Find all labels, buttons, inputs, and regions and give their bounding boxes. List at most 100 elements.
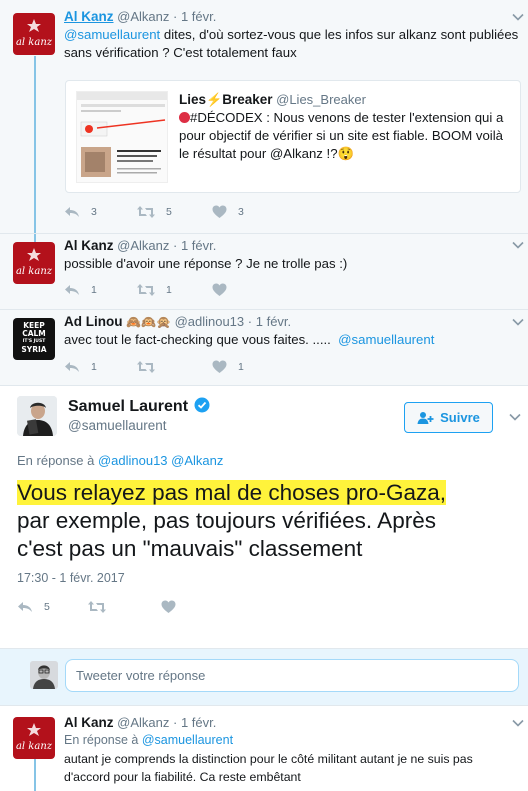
- quoted-author-name-rest[interactable]: Breaker: [222, 92, 272, 107]
- reply-button[interactable]: 5: [17, 598, 50, 616]
- heart-icon: [212, 283, 227, 296]
- tweet-date[interactable]: 1 févr.: [256, 314, 291, 329]
- quoted-mention: @Alkanz: [269, 146, 323, 161]
- reply-count: 5: [44, 601, 50, 613]
- tweet-author-handle[interactable]: @Alkanz: [117, 238, 169, 253]
- astonished-face-icon: 😲: [337, 146, 354, 161]
- red-circle-icon: [179, 112, 190, 123]
- heart-icon: [212, 360, 227, 373]
- quoted-tweet-card[interactable]: Lies⚡Breaker @Lies_Breaker #DÉCODEX : No…: [65, 80, 521, 193]
- tweet-author-name[interactable]: Al Kanz: [64, 715, 114, 730]
- reply-to-link[interactable]: @adlinou13: [98, 453, 168, 468]
- reply-button[interactable]: 1: [64, 281, 97, 299]
- like-button[interactable]: [161, 598, 176, 616]
- tweet-text: @samuellaurent dites, d'où sortez-vous q…: [64, 26, 519, 62]
- avatar-alkanz[interactable]: al kanz: [13, 242, 55, 284]
- highlighted-text: Vous relayez pas mal de choses pro-Gaza,: [17, 480, 446, 505]
- reply-context: En réponse à @adlinou13 @Alkanz: [17, 453, 223, 468]
- reply-icon: [65, 285, 79, 295]
- retweet-count: 5: [166, 206, 172, 218]
- reply-button[interactable]: 3: [64, 203, 97, 221]
- retweet-icon: [88, 601, 106, 613]
- quoted-author-handle[interactable]: @Lies_Breaker: [276, 92, 366, 107]
- chevron-down-icon[interactable]: [508, 410, 522, 424]
- tweet-text-line: autant je comprends la distinction pour …: [64, 752, 473, 766]
- chevron-down-icon[interactable]: [511, 238, 525, 252]
- avatar-keep-calm[interactable]: KEEP CALM IT'S JUST SYRIA: [13, 318, 55, 360]
- main-author-name[interactable]: Samuel Laurent: [68, 398, 188, 415]
- tweet-text-line: sans vérification ? C'est totalement fau…: [64, 45, 297, 60]
- retweet-icon: [137, 206, 155, 218]
- retweet-button[interactable]: 1: [137, 281, 172, 299]
- reply-to-link[interactable]: @Alkanz: [171, 453, 223, 468]
- avatar-logo-text: al kanz: [15, 37, 53, 48]
- thread-line: [34, 56, 36, 236]
- tweet-text: autant je comprends la distinction pour …: [64, 750, 524, 786]
- tweet-text-part: avec tout le fact-checking que vous fait…: [64, 332, 339, 347]
- chevron-down-icon[interactable]: [511, 716, 525, 730]
- follow-button[interactable]: Suivre: [404, 402, 493, 433]
- main-author-handle[interactable]: @samuellaurent: [68, 418, 167, 433]
- thread-line: [34, 758, 36, 791]
- tweet-text: possible d'avoir une réponse ? Je ne tro…: [64, 256, 348, 271]
- quoted-line: #DÉCODEX : Nous venons de tester l'exten…: [190, 110, 504, 125]
- avatar-logo-text: al kanz: [15, 741, 53, 752]
- avatar-alkanz[interactable]: al kanz: [13, 717, 55, 759]
- tweet-author-name[interactable]: Al Kanz: [64, 9, 114, 24]
- reply-count: 1: [91, 361, 97, 373]
- separator-dot: ·: [172, 715, 178, 730]
- quoted-author-name[interactable]: Lies: [179, 92, 206, 107]
- add-user-icon: [417, 411, 434, 424]
- follow-label: Suivre: [440, 410, 480, 425]
- retweet-button[interactable]: [88, 598, 106, 616]
- reply-to-link[interactable]: @samuellaurent: [142, 733, 233, 747]
- avatar-text: CALM: [22, 329, 46, 338]
- avatar-alkanz[interactable]: al kanz: [13, 13, 55, 55]
- main-tweet-line: c'est pas un "mauvais" classement: [17, 536, 363, 561]
- tweet-author-handle[interactable]: @Alkanz: [117, 715, 169, 730]
- main-tweet-text: Vous relayez pas mal de choses pro-Gaza,…: [17, 479, 517, 563]
- heart-icon: [212, 205, 227, 218]
- reply-icon: [18, 602, 32, 612]
- tweet-timestamp[interactable]: 17:30 - 1 févr. 2017: [17, 571, 125, 585]
- current-user-avatar[interactable]: [30, 661, 58, 689]
- mention-link[interactable]: @samuellaurent: [338, 332, 434, 347]
- thread-line: [34, 234, 36, 242]
- like-button[interactable]: [212, 281, 238, 299]
- reply-context: En réponse à @samuellaurent: [64, 733, 233, 747]
- main-tweet-line: par exemple, pas toujours vérifiées. Apr…: [17, 508, 436, 533]
- chevron-down-icon[interactable]: [511, 315, 525, 329]
- tweet-date[interactable]: 1 févr.: [181, 238, 216, 253]
- mention-link[interactable]: @samuellaurent: [64, 27, 160, 42]
- chevron-down-icon[interactable]: [511, 10, 525, 24]
- tweet-author-name[interactable]: Al Kanz: [64, 238, 114, 253]
- separator-dot: ·: [172, 9, 178, 24]
- reply-input[interactable]: Tweeter votre réponse: [65, 659, 519, 692]
- reply-count: 1: [91, 284, 97, 296]
- reply-prefix: En réponse à: [17, 453, 98, 468]
- separator-dot: ·: [172, 238, 178, 253]
- quoted-line: pour objectif de vérifier si un site est…: [179, 128, 503, 143]
- tweet-text: avec tout le fact-checking que vous fait…: [64, 331, 519, 349]
- verified-badge-icon: [194, 397, 210, 413]
- tweet-date[interactable]: 1 févr.: [181, 9, 216, 24]
- avatar-samuel-laurent[interactable]: [17, 396, 57, 436]
- tweet-author-handle[interactable]: @adlinou13: [175, 314, 245, 329]
- quoted-tweet-image[interactable]: [76, 91, 168, 183]
- tweet-date[interactable]: 1 févr.: [181, 715, 216, 730]
- like-button[interactable]: 1: [212, 358, 244, 376]
- lightning-icon: ⚡: [206, 92, 223, 107]
- reply-count: 3: [91, 206, 97, 218]
- tweet-text-part: dites, d'où sortez-vous que les infos su…: [160, 27, 519, 42]
- reply-prefix: En réponse à: [64, 733, 142, 747]
- reply-button[interactable]: 1: [64, 358, 97, 376]
- monkey-emojis: 🙈🙉🙊: [126, 315, 171, 329]
- like-button[interactable]: 3: [212, 203, 244, 221]
- retweet-button[interactable]: [137, 358, 166, 376]
- retweet-icon: [137, 361, 155, 373]
- tweet-author-handle[interactable]: @Alkanz: [117, 9, 169, 24]
- like-count: 3: [238, 206, 244, 218]
- retweet-button[interactable]: 5: [137, 203, 172, 221]
- tweet-author-name[interactable]: Ad Linou: [64, 314, 122, 329]
- retweet-icon: [137, 284, 155, 296]
